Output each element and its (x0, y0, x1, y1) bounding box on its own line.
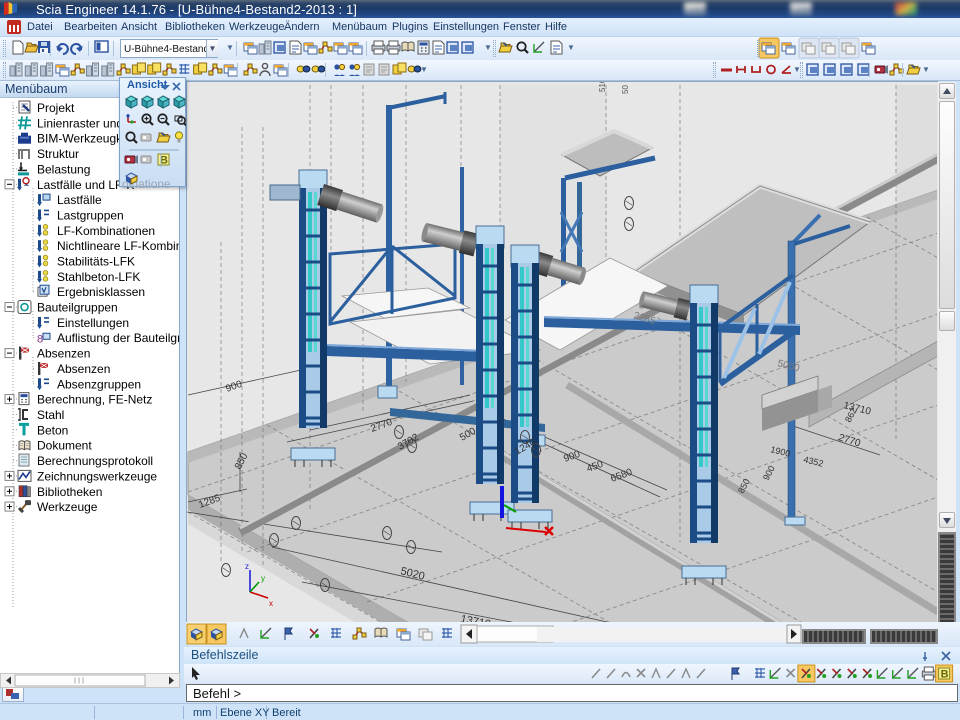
svg-text:Berechnungsprotokoll: Berechnungsprotokoll (37, 454, 153, 468)
svg-text:LF-Kombinationen: LF-Kombinationen (57, 224, 155, 238)
svg-text:B: B (941, 669, 949, 681)
svg-text:Berechnung, FE-Netz: Berechnung, FE-Netz (37, 393, 152, 407)
svg-text:Projekt: Projekt (37, 101, 75, 115)
svg-text:Auflistung der Bauteilgrup: Auflistung der Bauteilgrup (57, 331, 179, 345)
svg-text:Bauteilgruppen: Bauteilgruppen (37, 301, 118, 315)
svg-text:Einstellungen: Einstellungen (57, 316, 129, 330)
svg-text:Struktur: Struktur (37, 147, 79, 161)
svg-text:Absenzgruppen: Absenzgruppen (57, 377, 141, 391)
svg-text:x: x (269, 599, 273, 608)
svg-text:Ergebnisklassen: Ergebnisklassen (57, 285, 145, 299)
svg-text:Werkzeuge: Werkzeuge (37, 500, 98, 514)
svg-text:Belastung: Belastung (37, 162, 90, 176)
svg-text:Lastfälle: Lastfälle (57, 193, 102, 207)
svg-text:510: 510 (598, 82, 607, 92)
svg-text:Absenzen: Absenzen (37, 347, 90, 361)
svg-text:8: 8 (37, 333, 43, 345)
svg-text:Nichtlineare LF-Kombinatio: Nichtlineare LF-Kombinatio (57, 239, 179, 253)
svg-text:Zeichnungswerkzeuge: Zeichnungswerkzeuge (37, 469, 157, 483)
svg-text:Beton: Beton (37, 423, 68, 437)
svg-text:Stabilitäts-LFK: Stabilitäts-LFK (57, 255, 135, 269)
svg-text:Bibliotheken: Bibliotheken (37, 485, 102, 499)
svg-text:Stahlbeton-LFK: Stahlbeton-LFK (57, 270, 140, 284)
svg-text:z: z (245, 562, 249, 571)
svg-text:Stahl: Stahl (37, 408, 64, 422)
svg-text:y: y (261, 574, 265, 583)
svg-text:Dokument: Dokument (37, 439, 92, 453)
svg-text:Lastgruppen: Lastgruppen (57, 209, 124, 223)
svg-text:50: 50 (621, 85, 630, 94)
svg-text:Absenzen: Absenzen (57, 362, 110, 376)
